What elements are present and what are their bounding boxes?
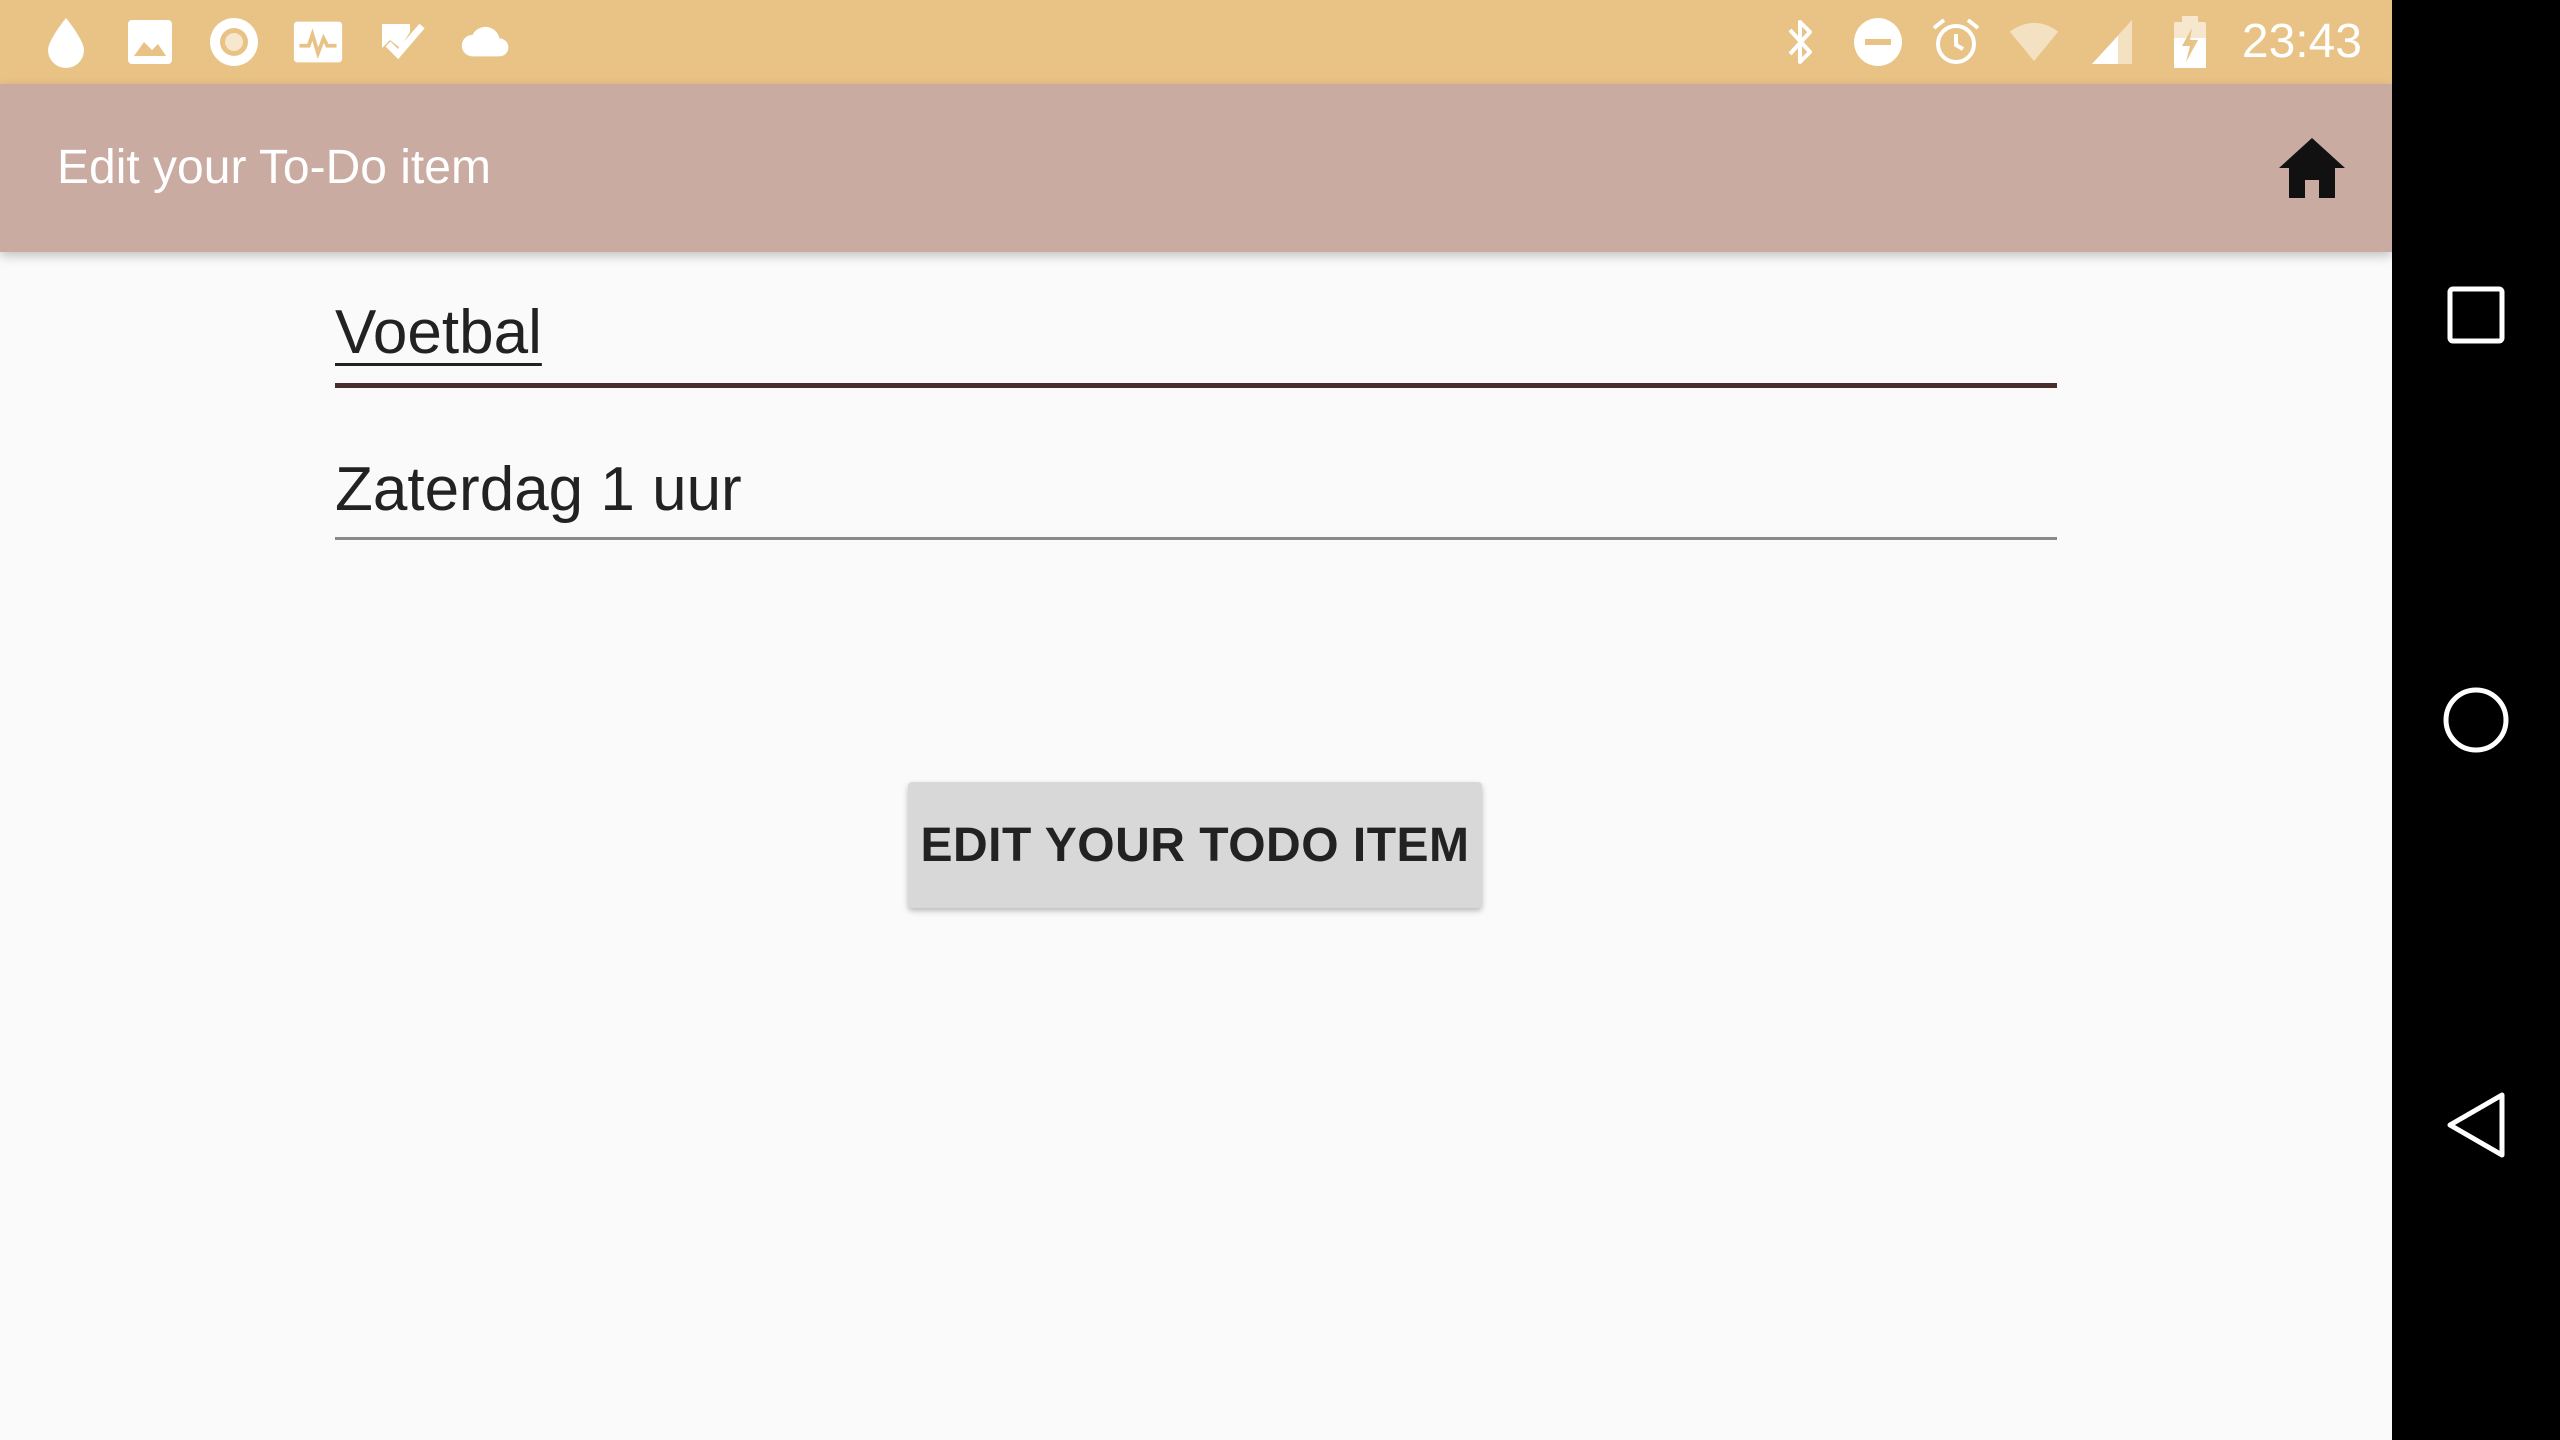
drop-icon [40, 16, 92, 68]
navigation-bar [2392, 0, 2560, 1440]
signal-icon [2086, 16, 2138, 68]
back-button[interactable] [2426, 1075, 2526, 1175]
image-icon [124, 16, 176, 68]
wifi-icon [2008, 16, 2060, 68]
cloud-icon [460, 16, 512, 68]
back-icon [2447, 1092, 2505, 1158]
app-screen: 23:43 Edit your To-Do item EDIT YOUR TOD… [0, 0, 2392, 1440]
do-not-disturb-icon [1852, 16, 1904, 68]
bluetooth-icon [1774, 16, 1826, 68]
nav-home-button[interactable] [2426, 670, 2526, 770]
app-bar: Edit your To-Do item [0, 84, 2392, 252]
todo-title-field[interactable] [335, 288, 2057, 388]
notification-icons [40, 16, 544, 68]
title-underline [335, 383, 2057, 388]
circle-record-icon [208, 16, 260, 68]
recents-icon [2447, 286, 2505, 344]
edit-todo-button[interactable]: EDIT YOUR TODO ITEM [908, 782, 1482, 908]
status-bar: 23:43 [0, 0, 2392, 84]
todo-title-input[interactable] [335, 288, 2057, 378]
todo-description-input[interactable] [335, 448, 2057, 532]
system-status-icons: 23:43 [1774, 14, 2362, 70]
activity-icon [292, 16, 344, 68]
description-underline [335, 537, 2057, 540]
alarm-icon [1930, 16, 1982, 68]
checkmark-icon [376, 16, 428, 68]
todo-description-field[interactable] [335, 448, 2057, 540]
home-icon [2279, 138, 2345, 198]
recents-button[interactable] [2426, 265, 2526, 365]
clock-time: 23:43 [2241, 15, 2362, 68]
home-button[interactable] [2272, 128, 2352, 208]
home-circle-icon [2443, 687, 2509, 753]
page-title: Edit your To-Do item [57, 141, 491, 194]
battery-icon [2164, 16, 2216, 68]
